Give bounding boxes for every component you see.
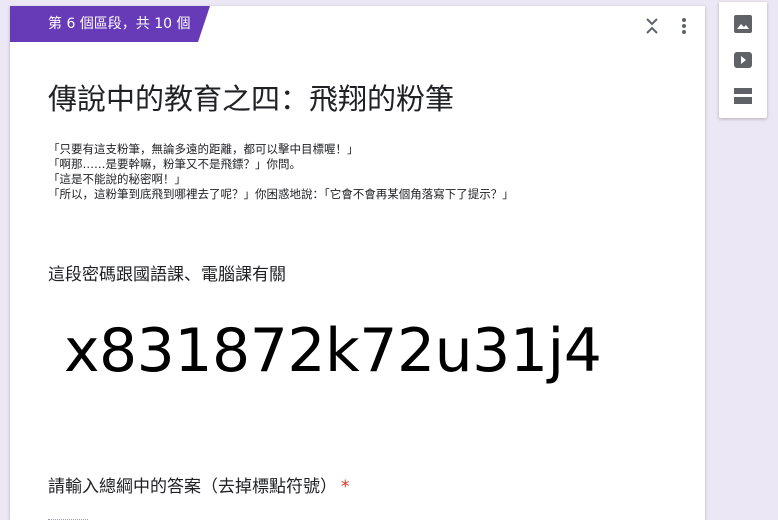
section-badge: 第 6 個區段，共 10 個	[10, 6, 210, 42]
section-description[interactable]: 「只要有這支粉筆，無論多遠的距離，都可以擊中目標喔！」 「啊那……是要幹嘛，粉筆…	[48, 142, 688, 202]
description-line: 「這是不能說的秘密啊！」	[48, 172, 186, 186]
more-vert-icon	[682, 18, 686, 34]
collapse-button[interactable]	[640, 14, 664, 38]
more-options-button[interactable]	[672, 14, 696, 38]
hint-text: 這段密碼跟國語課、電腦課有關	[48, 265, 286, 285]
description-line: 「只要有這支粉筆，無論多遠的距離，都可以擊中目標喔！」	[48, 142, 359, 156]
form-section-title[interactable]: 傳說中的教育之四：飛翔的粉筆	[48, 76, 454, 118]
form-section-card: 第 6 個區段，共 10 個 傳說中的教育之四：飛翔的粉筆 「只要有這支粉筆，無…	[10, 6, 705, 520]
add-section-button[interactable]	[731, 84, 755, 108]
side-toolbar	[719, 2, 767, 118]
collapse-icon	[646, 18, 658, 34]
description-line: 「啊那……是要幹嘛，粉筆又不是飛鏢？」你問。	[48, 157, 301, 171]
add-image-button[interactable]	[731, 12, 755, 36]
section-icon	[734, 88, 752, 104]
add-video-button[interactable]	[731, 48, 755, 72]
description-line: 「所以，這粉筆到底飛到哪裡去了呢？」你困惑地說：「它會不會再某個角落寫下了提示？…	[48, 187, 514, 201]
question-label: 請輸入總綱中的答案（去掉標點符號）	[48, 477, 337, 497]
video-icon	[734, 52, 752, 68]
required-mark: *	[341, 477, 350, 497]
code-text: x831872k72u31j4	[64, 316, 602, 386]
image-icon	[734, 15, 752, 33]
question-title[interactable]: 請輸入總綱中的答案（去掉標點符號） *	[48, 472, 350, 497]
